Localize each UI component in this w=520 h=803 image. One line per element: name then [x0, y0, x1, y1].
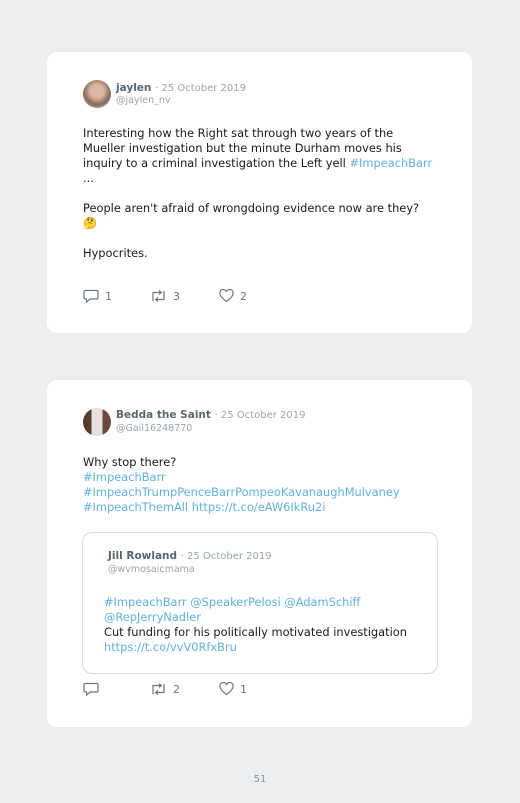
- mention-link[interactable]: @RepJerryNadler: [104, 610, 429, 625]
- tweet-actions: 1 3 2: [83, 289, 463, 305]
- quoted-author-name[interactable]: Jill Rowland · 25 October 2019: [108, 550, 272, 562]
- tweet-line: Mueller investigation but the minute Dur…: [83, 141, 402, 155]
- tweet-line: Interesting how the Right sat through tw…: [83, 126, 394, 140]
- url-link[interactable]: https://t.co/eAW6IkRu2i: [192, 500, 326, 514]
- tweet-line: Why stop there?: [83, 455, 177, 469]
- heart-icon: [219, 682, 234, 696]
- reply-icon: [83, 682, 99, 696]
- hashtag-link[interactable]: #ImpeachBarr: [83, 470, 463, 485]
- reply-count: 1: [105, 289, 112, 303]
- like-count: 2: [240, 289, 247, 303]
- reply-button[interactable]: [83, 682, 105, 696]
- tweet-date: · 25 October 2019: [214, 410, 306, 421]
- retweet-icon: [152, 290, 165, 302]
- author-name[interactable]: jaylen · 25 October 2019: [116, 82, 246, 94]
- mention-links[interactable]: #ImpeachBarr @SpeakerPelosi @AdamSchiff: [104, 595, 429, 610]
- tweet-card-jaylen: jaylen · 25 October 2019 @jaylen_nv Inte…: [47, 52, 472, 333]
- reply-button[interactable]: 1: [83, 289, 112, 303]
- quoted-date: · 25 October 2019: [180, 551, 272, 562]
- retweet-count: 2: [173, 682, 180, 696]
- retweet-button[interactable]: 2: [150, 682, 180, 696]
- tweet-paragraph: Hypocrites.: [83, 246, 148, 260]
- quoted-text: Cut funding for his politically motivate…: [104, 625, 407, 639]
- retweet-button[interactable]: 3: [150, 289, 180, 303]
- quoted-author-handle[interactable]: @wvmosaicmama: [108, 564, 195, 575]
- author-handle[interactable]: @Gail16248770: [116, 423, 192, 434]
- quoted-tweet[interactable]: Jill Rowland · 25 October 2019 @wvmosaic…: [82, 532, 438, 674]
- avatar[interactable]: [83, 408, 111, 436]
- url-link[interactable]: https://t.co/vvV0RfxBru: [104, 640, 429, 655]
- tweet-actions: 2 1: [83, 682, 463, 698]
- retweet-icon: [152, 683, 165, 695]
- like-count: 1: [240, 682, 247, 696]
- like-button[interactable]: 1: [219, 682, 247, 696]
- hashtag-link[interactable]: #ImpeachThemAll: [83, 500, 188, 514]
- quoted-body: #ImpeachBarr @SpeakerPelosi @AdamSchiff …: [104, 595, 429, 655]
- like-button[interactable]: 2: [219, 289, 247, 303]
- author-handle[interactable]: @jaylen_nv: [116, 95, 170, 106]
- heart-icon: [219, 289, 234, 303]
- page-number: 51: [253, 774, 267, 785]
- hashtag-link[interactable]: #ImpeachTrumpPenceBarrPompeoKavanaughMul…: [83, 485, 463, 500]
- ellipsis: ...: [83, 171, 94, 185]
- avatar[interactable]: [83, 80, 111, 108]
- tweet-date: · 25 October 2019: [155, 83, 246, 94]
- tweet-line: inquiry to a criminal investigation the …: [83, 156, 350, 170]
- retweet-count: 3: [173, 289, 180, 303]
- reply-icon: [83, 289, 99, 303]
- tweet-body: Why stop there? #ImpeachBarr #ImpeachTru…: [83, 455, 463, 515]
- tweet-card-bedda: Bedda the Saint · 25 October 2019 @Gail1…: [47, 380, 472, 727]
- tweet-paragraph: People aren't afraid of wrongdoing evide…: [83, 201, 420, 215]
- hashtag-link[interactable]: #ImpeachBarr: [349, 156, 432, 170]
- author-name[interactable]: Bedda the Saint · 25 October 2019: [116, 409, 306, 421]
- thinking-emoji: 🤔: [83, 216, 98, 230]
- tweet-body: Interesting how the Right sat through tw…: [83, 126, 463, 261]
